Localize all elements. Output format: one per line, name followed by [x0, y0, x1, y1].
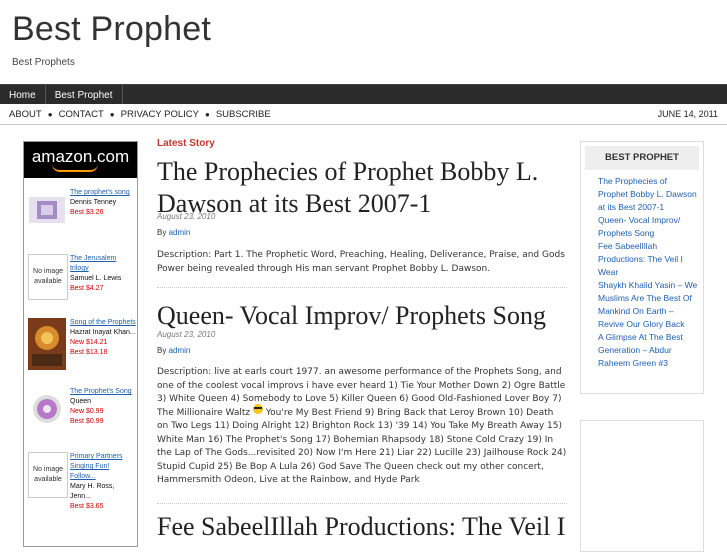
product-author: Queen: [70, 398, 92, 405]
site-description: Best Prophets: [12, 57, 75, 68]
post-date: August 23, 2010: [157, 330, 216, 339]
post-title-link[interactable]: The Prophecies of Prophet Bobby L. Dawso…: [157, 156, 572, 220]
product-title-link[interactable]: The prophet's song: [70, 188, 136, 198]
post-excerpt: Description: live at earls court 1977. a…: [157, 366, 567, 488]
post-author-link[interactable]: admin: [169, 346, 191, 355]
main-nav: Home Best Prophet: [0, 84, 727, 105]
post-divider: [157, 287, 567, 288]
nav-item-best-prophet[interactable]: Best Prophet: [46, 85, 123, 105]
sidebar-link-list: The Prophecies of Prophet Bobby L. Dawso…: [598, 175, 703, 370]
sidebar-link[interactable]: A Glimpse At The Best Generation – Abdur…: [598, 331, 698, 370]
post-excerpt: Description: Part 1. The Prophetic Word,…: [157, 250, 565, 274]
subnav-about-link[interactable]: ABOUT: [9, 109, 42, 120]
amazon-smile-icon: [52, 164, 98, 172]
post-byline: By admin: [157, 228, 190, 237]
bullet-separator: ●: [109, 110, 115, 119]
sidebar-widget-empty: [580, 420, 704, 552]
product-title-link[interactable]: Primary Partners Singing Fun! Follow...: [70, 452, 136, 482]
byline-prefix: By: [157, 346, 167, 355]
product-title-link[interactable]: The Prophet's Song: [70, 387, 136, 397]
post-title-link[interactable]: Queen- Vocal Improv/ Prophets Song: [157, 300, 572, 332]
product-thumbnail[interactable]: [28, 188, 66, 232]
nav-item-home[interactable]: Home: [0, 85, 46, 105]
product-title-link[interactable]: Song of the Prophets: [70, 318, 136, 328]
subnav-privacy-link[interactable]: PRIVACY POLICY: [121, 109, 199, 120]
product-price: Best $3.26: [70, 209, 104, 216]
sidebar-link[interactable]: Fee SabeelIllah Productions: The Veil I …: [598, 240, 698, 279]
product-price-best: Best $0.99: [70, 418, 104, 425]
amazon-widget: amazon.com The prophet's song Dennis Ten…: [23, 141, 138, 547]
product-author: Dennis Tenney: [70, 199, 117, 206]
post-author-link[interactable]: admin: [169, 228, 191, 237]
sub-nav: ABOUT ● CONTACT ● PRIVACY POLICY ● SUBSCRIBE J…: [0, 104, 727, 125]
sidebar-link[interactable]: Queen- Vocal Improv/ Prophets Song: [598, 214, 698, 240]
post-date: August 23, 2010: [157, 212, 216, 221]
post-divider: [157, 503, 567, 504]
section-label: Latest Story: [157, 138, 215, 149]
sidebar-link[interactable]: Shaykh Khalid Yasin – We Muslims Are The…: [598, 279, 698, 331]
product-thumbnail[interactable]: [28, 387, 66, 431]
product-thumbnail[interactable]: [28, 318, 66, 370]
no-image-placeholder[interactable]: No image available: [28, 254, 68, 300]
sidebar-widget: BEST PROPHET The Prophecies of Prophet B…: [580, 141, 704, 394]
bullet-separator: ●: [204, 110, 210, 119]
post-excerpt-part-2: You're My Best Friend 9) Bring Back that…: [157, 407, 567, 486]
bullet-separator: ●: [47, 110, 53, 119]
sidebar-heading: BEST PROPHET: [585, 146, 699, 170]
amazon-logo[interactable]: amazon.com: [24, 142, 137, 178]
product-author: Samuel L. Lewis: [70, 275, 122, 282]
product-title-link[interactable]: The Jerusalem trilogy: [70, 254, 136, 274]
no-image-placeholder[interactable]: No image available: [28, 452, 68, 498]
subnav-contact-link[interactable]: CONTACT: [59, 109, 104, 120]
product-price-new: New $0.99: [70, 408, 104, 415]
product-author: Hazrat Inayat Khan...: [70, 329, 136, 336]
site-title[interactable]: Best Prophet: [12, 10, 211, 49]
subnav-subscribe-link[interactable]: SUBSCRIBE: [216, 109, 271, 120]
product-price-new: New $14.21: [70, 339, 108, 346]
product-author: Mary H. Ross, Jenn...: [70, 483, 115, 500]
product-price-best: Best $13.18: [70, 349, 108, 356]
product-price: Best $4.27: [70, 285, 104, 292]
product-price: Best $3.65: [70, 503, 104, 510]
cool-smiley-icon: [252, 404, 263, 414]
byline-prefix: By: [157, 228, 167, 237]
post-title-link[interactable]: Fee SabeelIllah Productions: The Veil I: [157, 511, 572, 543]
current-date: JUNE 14, 2011: [657, 109, 718, 119]
sidebar-link[interactable]: The Prophecies of Prophet Bobby L. Dawso…: [598, 175, 698, 214]
post-byline: By admin: [157, 346, 190, 355]
